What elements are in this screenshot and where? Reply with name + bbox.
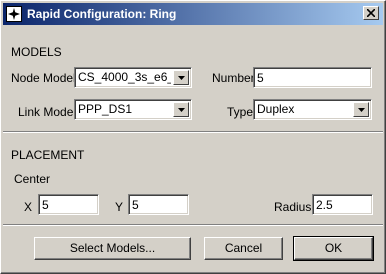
x-label: X — [24, 200, 33, 214]
close-icon — [367, 9, 375, 17]
section-divider — [3, 131, 383, 133]
cancel-button[interactable]: Cancel — [204, 237, 283, 260]
radius-input[interactable] — [316, 197, 370, 212]
placement-heading: PLACEMENT — [11, 148, 85, 162]
y-input[interactable] — [132, 197, 186, 212]
radius-field[interactable] — [312, 194, 373, 215]
chevron-down-icon — [178, 108, 185, 112]
chevron-down-icon — [358, 108, 365, 112]
dialog-window: Rapid Configuration: Ring MODELS Node Mo… — [0, 0, 386, 274]
close-button[interactable] — [363, 6, 379, 20]
link-model-select[interactable]: PPP_DS1 — [74, 99, 192, 120]
dialog-title: Rapid Configuration: Ring — [27, 7, 177, 21]
x-field[interactable] — [38, 194, 99, 215]
number-label: Number — [212, 71, 255, 85]
type-select[interactable]: Duplex — [253, 99, 372, 120]
models-heading: MODELS — [11, 45, 62, 59]
x-input[interactable] — [42, 197, 96, 212]
chevron-down-icon — [178, 76, 185, 80]
radius-label: Radius — [274, 200, 312, 214]
type-dropdown-button[interactable] — [353, 102, 369, 117]
title-bar[interactable]: Rapid Configuration: Ring — [3, 3, 383, 25]
link-model-dropdown-button[interactable] — [173, 102, 189, 117]
link-model-value: PPP_DS1 — [78, 102, 133, 116]
link-model-label: Link Model — [18, 105, 77, 119]
center-label: Center — [14, 172, 51, 186]
app-star-icon — [6, 6, 22, 22]
type-value: Duplex — [257, 102, 295, 116]
node-model-select[interactable]: CS_4000_3s_e6_fr2 — [74, 67, 192, 88]
button-divider — [3, 224, 383, 226]
node-model-value: CS_4000_3s_e6_fr2 — [78, 70, 171, 84]
select-models-button[interactable]: Select Models... — [34, 237, 191, 260]
node-model-dropdown-button[interactable] — [173, 70, 189, 85]
y-field[interactable] — [128, 194, 189, 215]
node-model-label: Node Model — [11, 71, 76, 85]
y-label: Y — [115, 200, 124, 214]
type-label: Type — [227, 105, 254, 119]
number-input[interactable] — [257, 70, 369, 85]
number-field[interactable] — [253, 67, 372, 88]
ok-button[interactable]: OK — [293, 236, 374, 261]
